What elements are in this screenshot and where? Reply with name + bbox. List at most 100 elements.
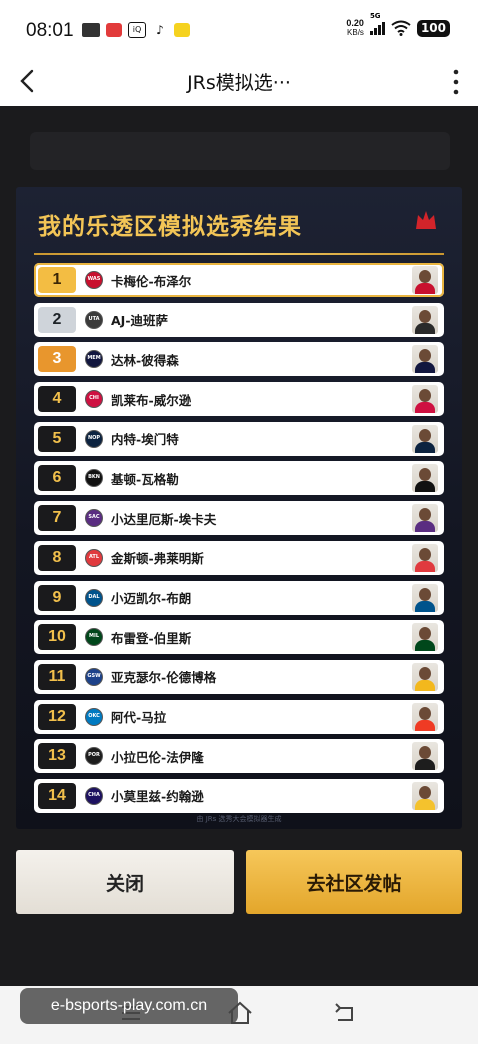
pick-row: 9 DAL 小迈凯尔-布朗 xyxy=(34,580,444,615)
pick-number: 5 xyxy=(38,425,76,452)
net-speed: 0.20 KB/s xyxy=(346,18,364,38)
avatar-jersey xyxy=(415,798,435,810)
title-divider xyxy=(34,253,444,255)
player-avatar xyxy=(412,424,438,453)
player-name: 内特-埃门特 xyxy=(111,432,179,448)
pick-row: 11 GSW 亚克瑟尔-伦德博格 xyxy=(34,659,444,694)
pick-number: 9 xyxy=(38,584,76,611)
player-avatar xyxy=(412,662,438,691)
brand-logo-icon xyxy=(416,211,436,229)
pick-number: 4 xyxy=(38,386,76,413)
avatar-jersey xyxy=(415,283,435,294)
player-name: 亚克瑟尔-伦德博格 xyxy=(111,670,217,686)
pick-row: 2 UTA AJ-迪班萨 xyxy=(34,302,444,337)
pick-row: 7 SAC 小达里厄斯-埃卡夫 xyxy=(34,501,444,536)
app-icon-red xyxy=(106,23,122,37)
player-avatar xyxy=(412,266,438,294)
draft-result-card: 我的乐透区模拟选秀结果 1 WAS 卡梅伦-布泽尔 2 UTA AJ-迪班萨 3 MEM 达林-… xyxy=(16,187,462,829)
pick-number: 13 xyxy=(38,743,76,770)
card-title: 我的乐透区模拟选秀结果 xyxy=(38,214,302,240)
avatar-jersey xyxy=(415,481,435,493)
player-name: 阿代-马拉 xyxy=(111,710,167,726)
avatar-jersey xyxy=(415,521,435,533)
iqiyi-icon: iQ xyxy=(128,22,146,38)
blurred-header-behind xyxy=(30,132,450,170)
pick-number: 14 xyxy=(38,782,76,809)
player-avatar xyxy=(412,781,438,810)
site-watermark: e-bsports-play.com.cn xyxy=(20,988,238,1024)
team-logo-icon: POR xyxy=(85,747,103,766)
team-logo-icon: CHA xyxy=(85,786,103,805)
team-logo-icon: MIL xyxy=(85,628,103,647)
status-app-icons: iQ ♪ xyxy=(82,22,190,38)
pick-number: 10 xyxy=(38,624,76,651)
player-name: 基顿-瓦格勒 xyxy=(111,471,179,487)
avatar-head xyxy=(419,706,431,720)
pick-number: 8 xyxy=(38,544,76,571)
team-logo-icon: DAL xyxy=(85,588,103,607)
pick-number: 7 xyxy=(38,505,76,532)
status-time: 08:01 xyxy=(26,20,74,41)
card-footer-note: 由 JRs 选秀大会模拟器生成 xyxy=(196,815,282,823)
player-name: 小迈凯尔-布朗 xyxy=(111,591,192,606)
player-name: 凯莱布-威尔逊 xyxy=(111,392,192,408)
avatar-head xyxy=(419,468,431,482)
pick-row: 12 OKC 阿代-马拉 xyxy=(34,699,444,734)
avatar-head xyxy=(419,587,431,601)
pick-number: 1 xyxy=(38,267,76,293)
pick-list: 1 WAS 卡梅伦-布泽尔 2 UTA AJ-迪班萨 3 MEM 达林-彼得森 4 CHI 凯莱布-威… xyxy=(34,263,444,819)
tiktok-icon: ♪ xyxy=(152,23,168,37)
player-name: 小拉巴伦-法伊隆 xyxy=(111,749,204,765)
player-name: 布雷登-伯里斯 xyxy=(111,630,192,646)
close-button[interactable]: 关闭 xyxy=(16,850,234,914)
status-bar: 08:01 iQ ♪ 0.20 KB/s 5G 100 xyxy=(0,0,478,58)
team-logo-icon: OKC xyxy=(85,707,103,726)
player-name: 小莫里兹-约翰逊 xyxy=(111,789,204,805)
avatar-jersey xyxy=(415,402,435,414)
pick-row: 14 CHA 小莫里兹-约翰逊 xyxy=(34,778,444,813)
team-logo-icon: WAS xyxy=(85,271,103,289)
player-avatar xyxy=(412,623,438,652)
more-menu-icon[interactable] xyxy=(450,68,462,96)
team-logo-icon: NOP xyxy=(85,429,103,448)
net-speed-value: 0.20 xyxy=(346,18,364,28)
avatar-head xyxy=(419,547,431,561)
player-avatar xyxy=(412,504,438,533)
post-to-community-button[interactable]: 去社区发帖 xyxy=(246,850,462,914)
avatar-head xyxy=(419,785,431,799)
pick-row: 6 BKN 基顿-瓦格勒 xyxy=(34,461,444,496)
avatar-head xyxy=(419,508,431,522)
avatar-head xyxy=(419,666,431,680)
avatar-jersey xyxy=(415,322,435,334)
avatar-jersey xyxy=(415,600,435,612)
pick-row: 4 CHI 凯莱布-威尔逊 xyxy=(34,382,444,417)
player-avatar xyxy=(412,742,438,771)
cellular-signal-icon: 5G xyxy=(369,12,385,35)
app-icon-yellow xyxy=(174,23,190,37)
pick-row: 10 MIL 布雷登-伯里斯 xyxy=(34,620,444,655)
net-speed-unit: KB/s xyxy=(347,28,364,37)
player-name: 卡梅伦-布泽尔 xyxy=(111,273,192,289)
avatar-head xyxy=(419,309,431,323)
team-logo-icon: CHI xyxy=(85,390,103,409)
page-title: JRs模拟选··· xyxy=(187,72,291,94)
avatar-head xyxy=(419,746,431,760)
system-back-icon[interactable] xyxy=(332,1002,358,1026)
avatar-head xyxy=(419,349,431,363)
player-avatar xyxy=(412,702,438,731)
avatar-jersey xyxy=(415,719,435,731)
pick-number: 2 xyxy=(38,306,76,333)
player-avatar xyxy=(412,305,438,334)
avatar-head xyxy=(419,627,431,641)
player-name: AJ-迪班萨 xyxy=(111,313,169,329)
avatar-jersey xyxy=(415,441,435,453)
team-logo-icon: BKN xyxy=(85,469,103,488)
team-logo-icon: SAC xyxy=(85,509,103,528)
wifi-icon xyxy=(391,20,411,36)
status-right: 0.20 KB/s 5G 100 xyxy=(346,12,450,38)
pick-row: 5 NOP 内特-埃门特 xyxy=(34,421,444,456)
pick-row: 8 ATL 金斯顿-弗莱明斯 xyxy=(34,540,444,575)
team-logo-icon: ATL xyxy=(85,548,103,567)
notification-icon xyxy=(82,23,100,37)
nav-bar: JRs模拟选··· xyxy=(0,58,478,106)
